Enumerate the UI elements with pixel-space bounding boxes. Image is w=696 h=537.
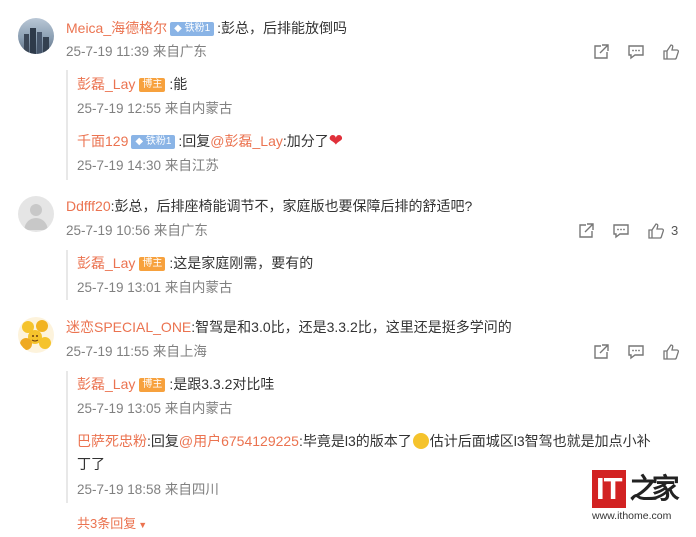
like-icon[interactable] <box>647 222 665 240</box>
reply-username[interactable]: 千面129 <box>77 133 128 149</box>
reply-text: :能 <box>169 76 188 92</box>
more-replies-label: 共3条回复 <box>77 516 137 531</box>
avatar[interactable] <box>18 317 54 353</box>
reply-line: 千面129 ◆ 铁粉1:回复@彭磊_Lay:加分了❤ <box>77 131 343 151</box>
reply-username[interactable]: 彭磊_Lay <box>77 376 135 392</box>
reply-meta: 25-7-19 12:55 来自内蒙古 <box>77 101 233 116</box>
city-skyline-icon <box>24 28 49 54</box>
share-icon[interactable] <box>592 343 610 361</box>
fan-badge: ◆ 铁粉1 <box>170 22 215 36</box>
default-user-icon <box>24 204 48 230</box>
crying-laugh-emoji-icon <box>412 433 429 449</box>
comment-username[interactable]: 迷恋SPECIAL_ONE <box>66 319 191 335</box>
reply-line: 巴萨死忠粉:回复@用户6754129225:毕竟是l3的版本了 估计后面城区l3智… <box>77 431 651 451</box>
comment-username[interactable]: Ddfff20 <box>66 198 111 214</box>
reply-line: 彭磊_Lay 博主:是跟3.3.2对比哇 <box>77 374 274 394</box>
comment-icon[interactable] <box>627 343 645 361</box>
comment-text: :彭总，后排能放倒吗 <box>217 20 348 36</box>
like-count: 3 <box>671 223 679 238</box>
blogger-badge: 博主 <box>139 378 166 392</box>
fan-badge: ◆ 铁粉1 <box>131 135 176 149</box>
comment-line: 迷恋SPECIAL_ONE:智驾是和3.0比，还是3.3.2比，这里还是挺多学问… <box>66 317 512 337</box>
comment-line: Ddfff20:彭总，后排座椅能调节不，家庭版也要保障后排的舒适吧? <box>66 196 472 216</box>
logo-url: www.ithome.com <box>592 510 672 522</box>
emoji-faces-icon <box>20 320 51 350</box>
reply-line: 彭磊_Lay 博主:能 <box>77 74 187 94</box>
ithome-logo: IT 之家 www.ithome.com <box>592 470 680 522</box>
reply-text: :加分了 <box>282 133 329 149</box>
reply-meta: 25-7-19 13:01 来自内蒙古 <box>77 280 233 295</box>
comment-text: :彭总，后排座椅能调节不，家庭版也要保障后排的舒适吧? <box>110 198 473 214</box>
reply-text: :这是家庭刚需，要有的 <box>169 255 314 271</box>
reply-text: :是跟3.3.2对比哇 <box>169 376 275 392</box>
blogger-badge: 博主 <box>139 257 166 271</box>
blogger-badge: 博主 <box>139 78 166 92</box>
mention-link[interactable]: @彭磊_Lay <box>210 133 283 149</box>
reply-meta: 25-7-19 14:30 来自江苏 <box>77 158 219 173</box>
reply-divider <box>66 371 68 503</box>
reply-username[interactable]: 巴萨死忠粉 <box>77 433 147 449</box>
heart-emoji-icon: ❤ <box>328 131 343 150</box>
reply-meta: 25-7-19 18:58 来自四川 <box>77 482 219 497</box>
comment-text: :智驾是和3.0比，还是3.3.2比，这里还是挺多学问的 <box>191 319 512 335</box>
avatar[interactable] <box>18 18 54 54</box>
reply-prefix: :回复 <box>147 433 179 449</box>
reply-username[interactable]: 彭磊_Lay <box>77 76 135 92</box>
chevron-down-icon: ▼ <box>138 520 148 530</box>
logo-home-text: 之家 <box>629 472 680 505</box>
like-icon[interactable] <box>662 343 680 361</box>
comment-username[interactable]: Meica_海德格尔 <box>66 20 167 36</box>
share-icon[interactable] <box>592 43 610 61</box>
comment-meta: 25-7-19 11:55 来自上海 <box>66 344 207 359</box>
reply-line-wrap: 丁了 <box>77 456 105 472</box>
share-icon[interactable] <box>577 222 595 240</box>
reply-meta: 25-7-19 13:05 来自内蒙古 <box>77 401 233 416</box>
reply-text-cont: 估计后面城区l3智驾也就是加点小补 <box>429 433 651 449</box>
reply-divider <box>66 70 68 180</box>
reply-username[interactable]: 彭磊_Lay <box>77 255 135 271</box>
comment-icon[interactable] <box>612 222 630 240</box>
reply-prefix: :回复 <box>178 133 211 149</box>
comment-line: Meica_海德格尔 ◆ 铁粉1:彭总，后排能放倒吗 <box>66 18 347 38</box>
mention-link[interactable]: @用户6754129225 <box>179 433 299 449</box>
more-replies-link[interactable]: 共3条回复 ▼ <box>77 513 147 532</box>
avatar[interactable] <box>18 196 54 232</box>
reply-divider <box>66 250 68 300</box>
comment-icon[interactable] <box>627 43 645 61</box>
like-icon[interactable] <box>662 43 680 61</box>
reply-text: :毕竟是l3的版本了 <box>298 433 412 449</box>
reply-line: 彭磊_Lay 博主:这是家庭刚需，要有的 <box>77 253 313 273</box>
comment-meta: 25-7-19 10:56 来自广东 <box>66 223 208 238</box>
comment-meta: 25-7-19 11:39 来自广东 <box>66 44 207 59</box>
logo-it-mark: IT <box>592 470 626 508</box>
